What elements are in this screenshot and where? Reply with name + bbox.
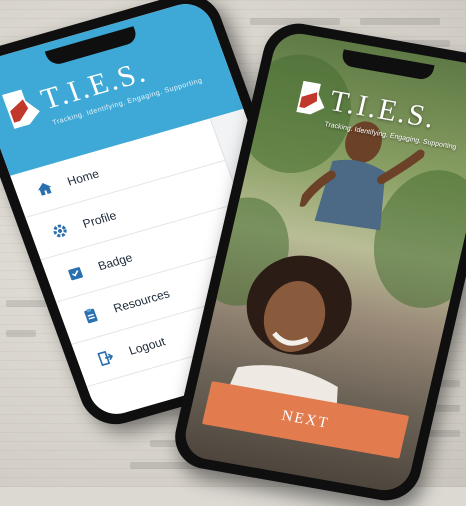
menu-item-label: Home xyxy=(65,166,101,189)
logout-icon xyxy=(93,346,119,370)
resources-icon xyxy=(78,303,104,327)
gear-icon xyxy=(47,219,73,243)
menu-item-label: Badge xyxy=(96,250,135,274)
menu-item-label: Profile xyxy=(80,208,119,231)
menu-item-label: Logout xyxy=(126,334,168,358)
home-icon xyxy=(32,176,58,200)
menu-item-label: Resources xyxy=(111,286,172,316)
badge-icon xyxy=(62,261,88,285)
phone-notch xyxy=(340,49,435,81)
